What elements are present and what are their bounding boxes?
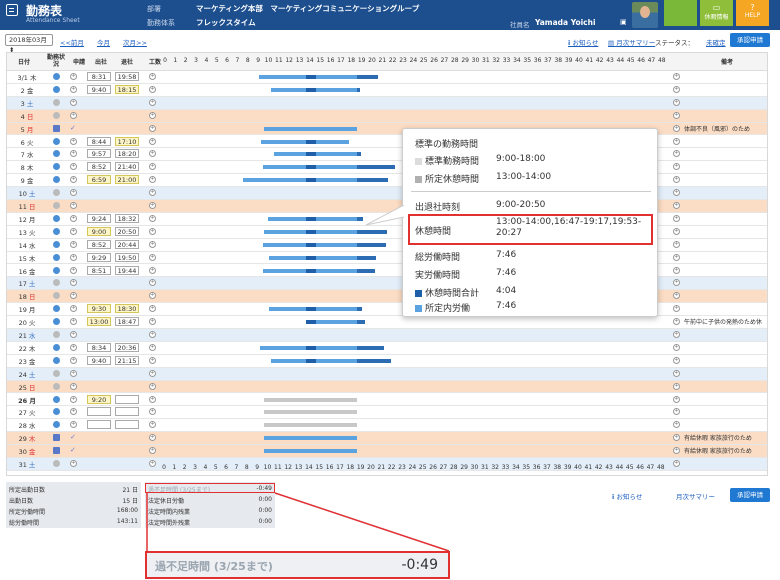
tip-inout: 9:00-20:50 [496, 200, 546, 210]
tip-break-total-label: 休憩時間合計 [415, 286, 479, 299]
tip-inout-label: 出退社時刻 [415, 203, 461, 213]
tip-std-hours: 9:00-18:00 [496, 154, 546, 164]
tip-break-total: 4:04 [496, 286, 517, 296]
tip-std-break-label: 所定休憩時間 [415, 172, 479, 185]
tip-inwork: 7:46 [496, 301, 517, 311]
monthly-summary-link-bottom[interactable]: 月次サマリー [676, 491, 715, 501]
tip-divider [411, 191, 651, 192]
tip-inwork-label: 所定内労働 [415, 301, 470, 314]
tip-actual-label: 実労働時間 [415, 271, 461, 281]
day-detail-tooltip: 標準の勤務時間 標準勤務時間 9:00-18:00 所定休憩時間 13:00-1… [402, 128, 658, 317]
tip-std-title: 標準の勤務時間 [415, 140, 479, 150]
shortage-callout: 過不足時間 (3/25まで) -0:49 [145, 551, 450, 579]
notice-link-bottom[interactable]: i お知らせ [612, 491, 642, 501]
tip-actual: 7:46 [496, 268, 517, 278]
tooltip-pointer [365, 205, 405, 226]
shortage-value: -0:49 [401, 557, 439, 573]
tip-highlight [408, 214, 653, 245]
approve-button-bottom[interactable]: 承認申請 [730, 488, 770, 502]
tip-total: 7:46 [496, 250, 517, 260]
tip-total-label: 総労働時間 [415, 253, 461, 263]
tip-std-break: 13:00-14:00 [496, 172, 552, 182]
shortage-label: 過不足時間 (3/25まで) [155, 560, 273, 573]
callout-lines [146, 492, 450, 552]
tip-std-hours-label: 標準勤務時間 [415, 154, 479, 167]
